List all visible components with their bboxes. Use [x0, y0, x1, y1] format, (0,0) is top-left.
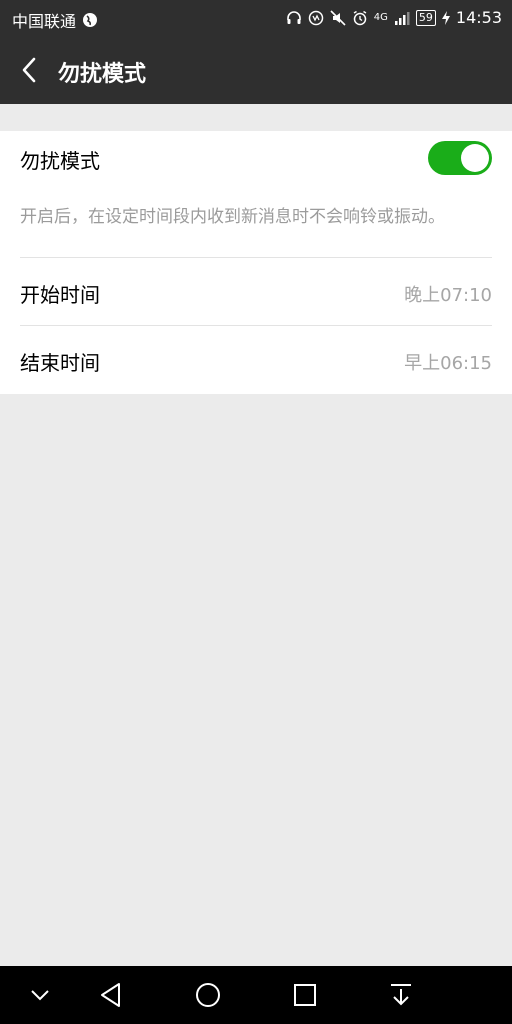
start-time-value: 晚上07:10 [404, 285, 492, 306]
square-recents-icon [294, 984, 316, 1006]
network-type: 4G [373, 11, 388, 23]
status-right: 4G 59 14:53 [286, 8, 502, 27]
chevron-down-icon [31, 990, 49, 1001]
globe-icon [83, 13, 98, 27]
settings-card: 勿扰模式 开启后，在设定时间段内收到新消息时不会响铃或振动。 开始时间 晚上07… [0, 131, 512, 394]
back-nav-button[interactable] [98, 980, 124, 1014]
page-title: 勿扰模式 [58, 62, 147, 87]
toolbar: 勿扰模式 [0, 36, 512, 104]
dnd-description: 开启后，在设定时间段内收到新消息时不会响铃或振动。 [20, 207, 445, 227]
toggle-knob [461, 144, 489, 172]
end-time-row[interactable]: 结束时间 早上06:15 [0, 327, 512, 393]
end-time-label: 结束时间 [20, 351, 100, 375]
start-time-label: 开始时间 [20, 283, 100, 307]
dnd-row: 勿扰模式 [0, 131, 512, 187]
dnd-label: 勿扰模式 [20, 149, 100, 173]
recents-nav-button[interactable] [292, 980, 318, 1014]
carrier-name: 中国联通 [12, 12, 77, 31]
status-time: 14:53 [455, 8, 502, 27]
start-time-row[interactable]: 开始时间 晚上07:10 [0, 259, 512, 325]
notification-pull-button[interactable] [388, 980, 414, 1014]
home-nav-button[interactable] [194, 980, 222, 1014]
pull-down-icon [391, 984, 411, 1006]
status-left: 中国联通 [12, 8, 98, 32]
headset-icon [286, 10, 301, 24]
hd-call-icon [308, 10, 324, 25]
signal-icon [394, 11, 410, 25]
circle-home-icon [196, 983, 220, 1007]
divider [20, 325, 492, 326]
navigation-bar [0, 966, 512, 1024]
back-button[interactable] [16, 54, 44, 86]
charging-icon [441, 10, 450, 25]
status-bar: 中国联通 4G 59 14:53 [0, 0, 512, 36]
triangle-back-icon [101, 983, 120, 1007]
alarm-icon [353, 10, 367, 25]
back-arrow-icon [22, 57, 36, 83]
battery-level: 59 [415, 9, 436, 26]
hide-nav-button[interactable] [28, 980, 52, 1014]
end-time-value: 早上06:15 [404, 353, 492, 374]
divider [20, 257, 492, 258]
dnd-toggle[interactable] [428, 141, 492, 175]
mute-icon [330, 9, 346, 26]
